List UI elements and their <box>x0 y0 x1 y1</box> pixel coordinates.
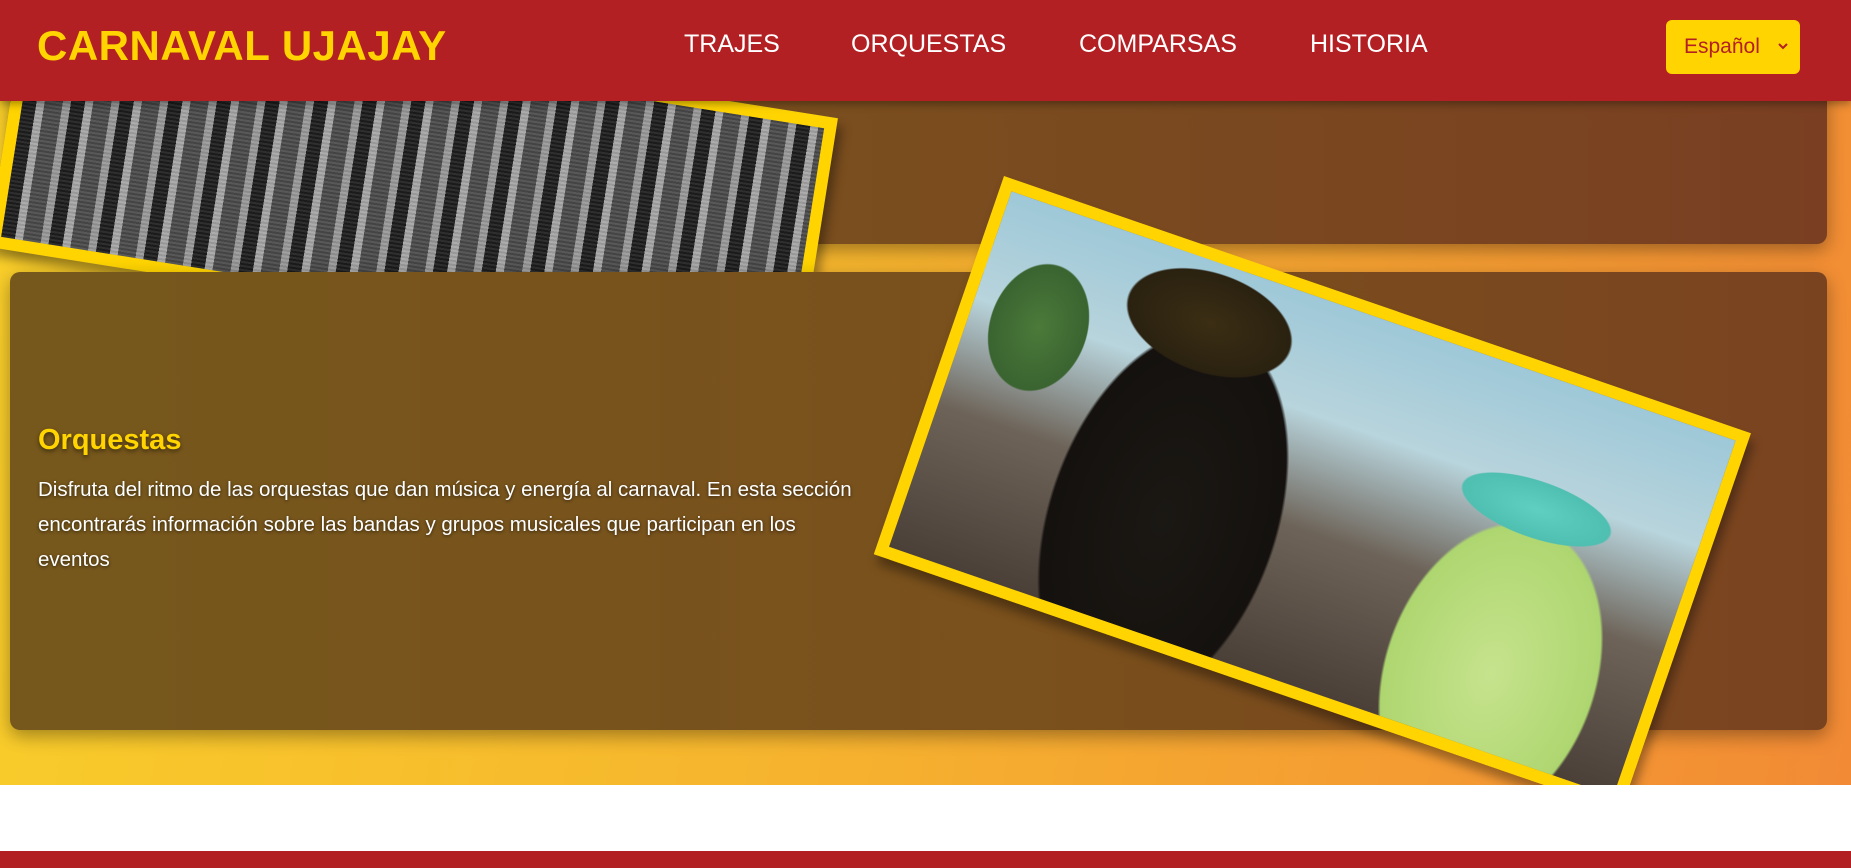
footer-bar <box>0 851 1851 868</box>
site-logo[interactable]: CARNAVAL UJAJAY <box>37 22 447 70</box>
language-select[interactable]: Español <box>1666 20 1800 74</box>
orquestas-title: Orquestas <box>38 424 182 456</box>
language-select-value: Español <box>1684 35 1760 58</box>
orquestas-description: Disfruta del ritmo de las orquestas que … <box>38 478 852 571</box>
page-background: Orquestas Disfruta del ritmo de las orqu… <box>0 0 1851 785</box>
nav-orquestas[interactable]: ORQUESTAS <box>851 30 1006 59</box>
chevron-down-icon <box>1778 43 1788 50</box>
nav-historia[interactable]: HISTORIA <box>1310 30 1428 59</box>
nav-trajes[interactable]: TRAJES <box>684 30 780 59</box>
nav-comparsas[interactable]: COMPARSAS <box>1079 30 1237 59</box>
top-navigation-bar: CARNAVAL UJAJAY TRAJES ORQUESTAS COMPARS… <box>0 0 1851 101</box>
